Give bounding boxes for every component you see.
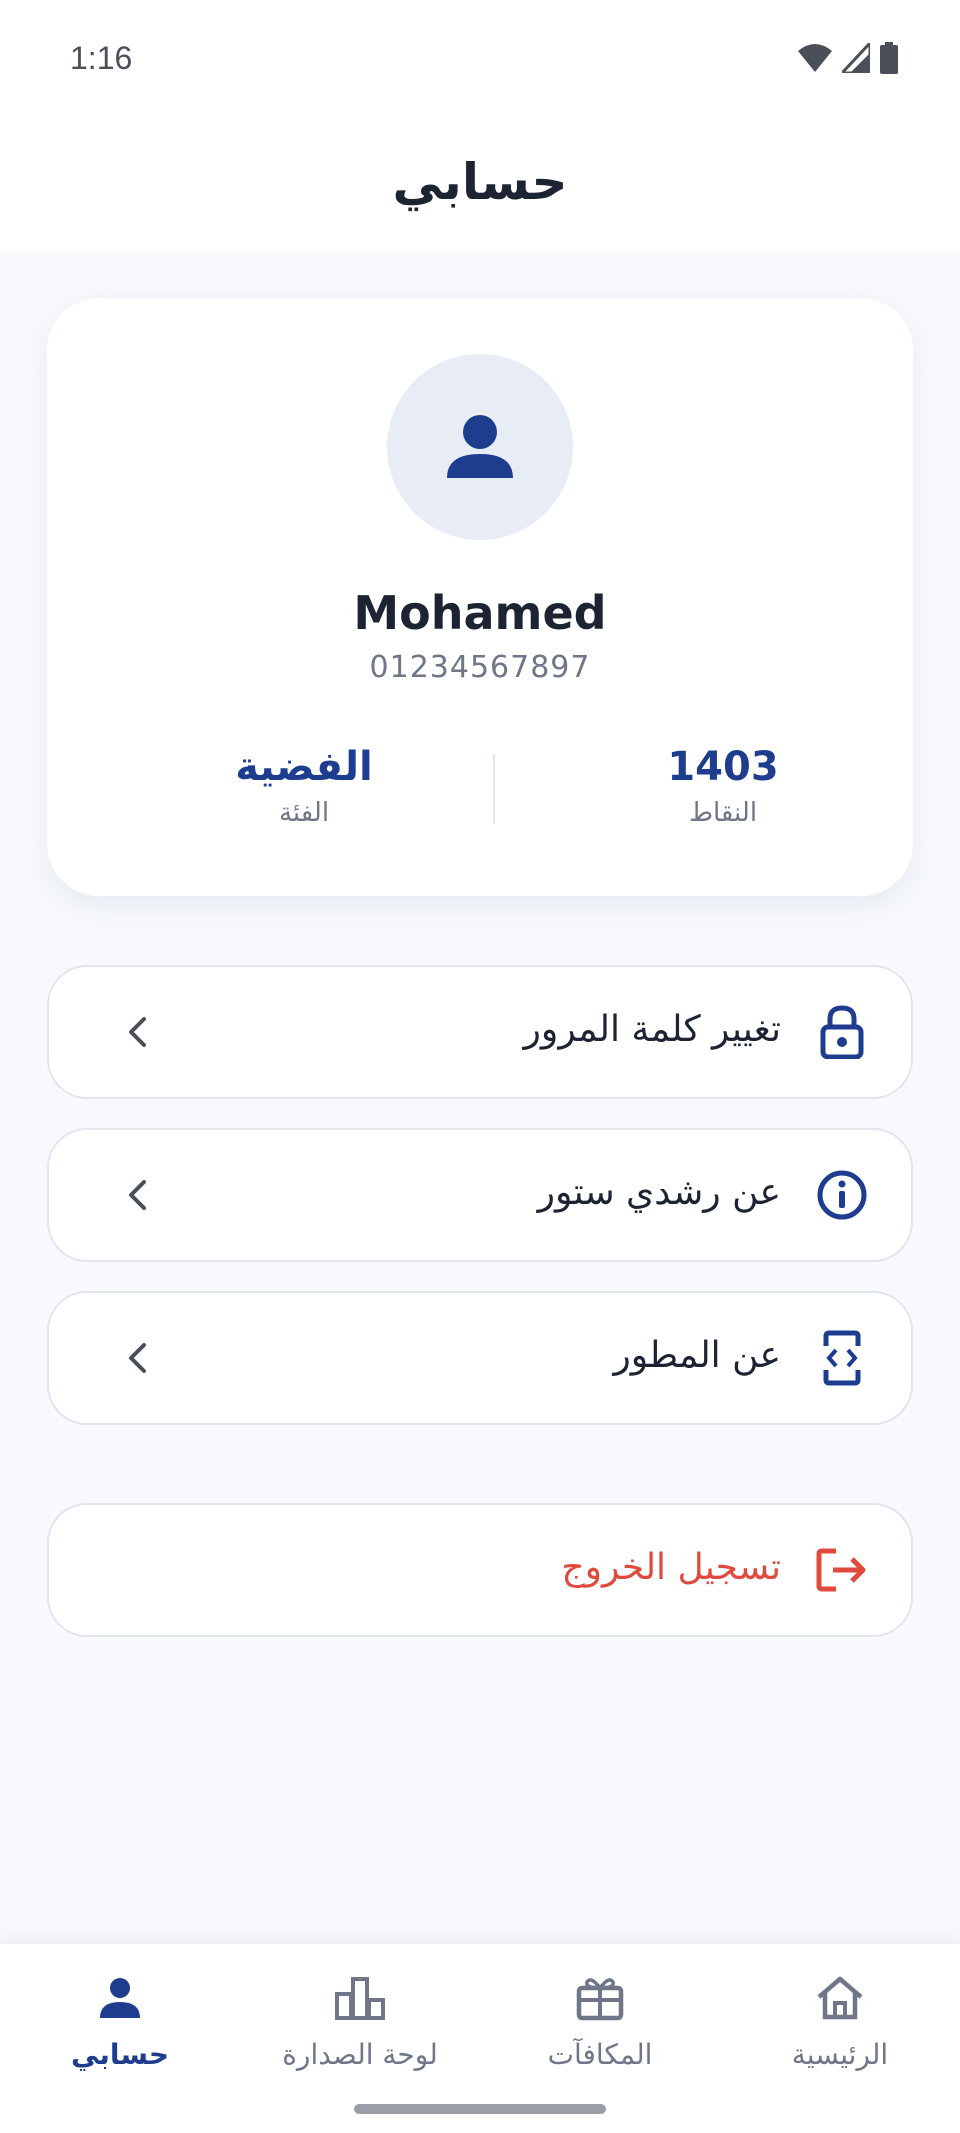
bottom-nav: الرئيسية المكافآت لوحة الصدارة حسابي xyxy=(0,1944,960,2133)
logout-label: تسجيل الخروج xyxy=(561,1547,781,1588)
status-icons xyxy=(798,42,898,74)
change-password-item[interactable]: تغيير كلمة المرور xyxy=(47,965,913,1099)
profile-phone: 01234567897 xyxy=(369,650,591,685)
avatar xyxy=(387,354,573,540)
nav-leaderboard[interactable]: لوحة الصدارة xyxy=(260,1970,460,2071)
nav-account[interactable]: حسابي xyxy=(20,1970,220,2071)
about-store-label: عن رشدي ستور xyxy=(537,1172,781,1213)
nav-rewards-label: المكافآت xyxy=(547,2038,653,2071)
points-label: النقاط xyxy=(688,798,758,828)
chevron-left-icon xyxy=(129,1180,146,1210)
status-bar: 1:16 xyxy=(0,0,960,120)
developer-mode-icon xyxy=(813,1329,871,1387)
chevron-left-icon xyxy=(129,1017,146,1047)
status-time: 1:16 xyxy=(70,40,133,76)
nav-rewards[interactable]: المكافآت xyxy=(500,1970,700,2071)
about-developer-item[interactable]: عن المطور xyxy=(47,1291,913,1425)
tier-stat: الفضية الفئة xyxy=(174,744,434,828)
gift-icon xyxy=(500,1970,700,2026)
info-icon xyxy=(813,1166,871,1224)
nav-home-label: الرئيسية xyxy=(791,2038,889,2071)
about-store-item[interactable]: عن رشدي ستور xyxy=(47,1128,913,1262)
user-icon xyxy=(20,1970,220,2026)
nav-leaderboard-label: لوحة الصدارة xyxy=(282,2038,438,2071)
lock-icon xyxy=(813,1003,871,1061)
user-icon xyxy=(447,415,513,478)
profile-card: Mohamed 01234567897 1403 النقاط الفضية ا… xyxy=(47,298,913,896)
nav-account-label: حسابي xyxy=(70,2038,170,2071)
stat-divider xyxy=(493,754,495,824)
home-icon xyxy=(740,1970,940,2026)
wifi-icon xyxy=(798,44,832,72)
page-title: حسابي xyxy=(392,153,568,211)
nav-home[interactable]: الرئيسية xyxy=(740,1970,940,2071)
app-header: حسابي xyxy=(0,120,960,252)
points-stat: 1403 النقاط xyxy=(593,744,853,828)
leaderboard-icon xyxy=(260,1970,460,2026)
points-value: 1403 xyxy=(667,744,779,790)
change-password-label: تغيير كلمة المرور xyxy=(523,1009,781,1050)
about-developer-label: عن المطور xyxy=(613,1335,781,1376)
logout-item[interactable]: تسجيل الخروج xyxy=(47,1503,913,1637)
chevron-left-icon xyxy=(129,1343,146,1373)
battery-icon xyxy=(880,42,898,74)
tier-value: الفضية xyxy=(235,744,373,790)
logout-icon xyxy=(813,1541,871,1599)
home-indicator xyxy=(354,2104,606,2114)
tier-label: الفئة xyxy=(278,798,330,828)
profile-name: Mohamed xyxy=(353,586,607,640)
signal-icon xyxy=(842,43,870,73)
